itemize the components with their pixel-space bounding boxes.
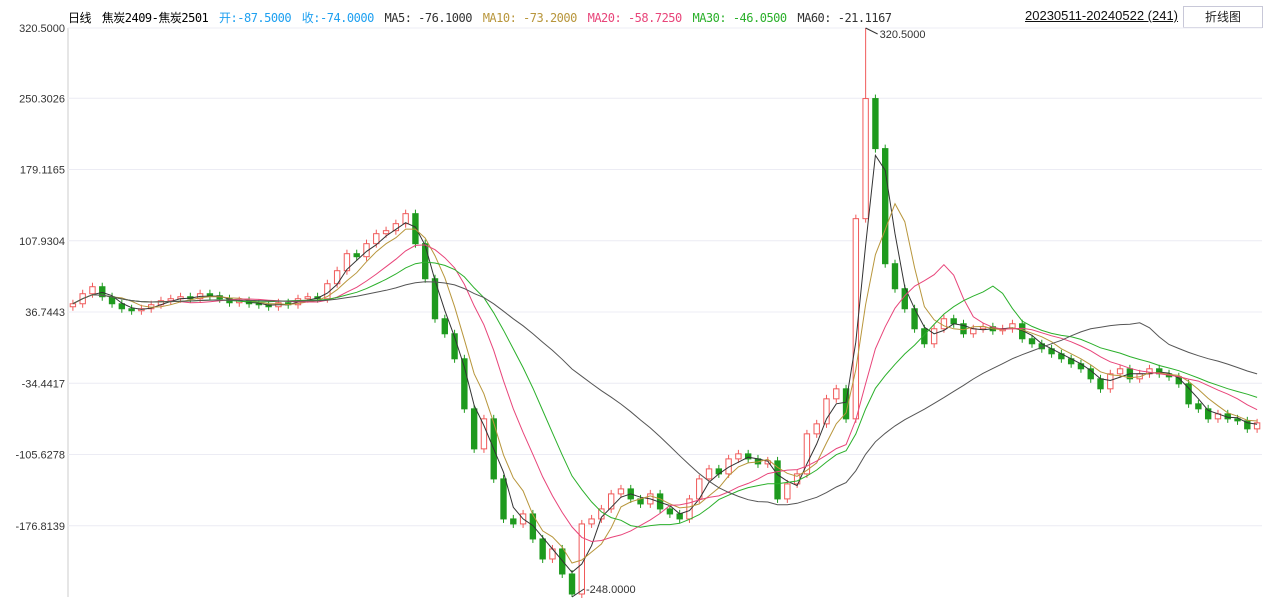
candle-down (1195, 403, 1202, 410)
candle-down (441, 318, 448, 335)
candle-up (1107, 373, 1114, 390)
chart-window: 日线 焦炭2409-焦炭2501 开:-87.5000 收:-74.0000 M… (0, 0, 1265, 601)
candle-down (676, 513, 683, 520)
ma60-line (72, 281, 1258, 506)
candle-down (1097, 378, 1104, 390)
candle-down (500, 478, 507, 520)
y-tick-label: -34.4417 (22, 378, 65, 390)
candle-down (128, 308, 135, 312)
candle-down (1028, 338, 1036, 345)
candle-up (735, 453, 742, 460)
candle-up (69, 303, 77, 308)
candle-up (1116, 368, 1124, 375)
candle-down (774, 460, 781, 500)
candle-down (891, 263, 899, 290)
annotation-pointer (865, 27, 878, 35)
candle-down (510, 518, 517, 525)
max-annotation: 320.5000 (880, 29, 926, 41)
candle-up (705, 468, 713, 480)
candle-down (539, 538, 546, 560)
y-tick-label: 36.7443 (25, 307, 65, 319)
candle-up (617, 488, 625, 495)
candle-down (559, 548, 566, 575)
candle-up (480, 418, 488, 450)
y-tick-label: 250.3026 (19, 93, 65, 105)
candle-up (89, 286, 96, 295)
min-annotation: -248.0000 (586, 584, 636, 596)
candle-down (666, 508, 674, 515)
candle-up (940, 318, 948, 330)
y-tick-label: -105.6278 (15, 450, 65, 462)
candle-up (970, 328, 977, 335)
candle-down (950, 318, 957, 325)
y-tick-label: -176.8139 (15, 521, 65, 533)
candle-up (373, 233, 380, 245)
ma30-line (72, 261, 1258, 528)
candlestick-chart[interactable]: 320.5000 250.3026 179.1165 107.9304 36.7443 -… (0, 0, 1265, 601)
y-tick-label: 179.1165 (20, 165, 65, 177)
candle-down (882, 148, 889, 265)
y-tick-label: 107.9304 (19, 236, 65, 248)
y-tick-label: 320.5000 (19, 23, 65, 35)
candle-up (304, 296, 311, 300)
candle-up (862, 98, 869, 220)
ma20-line (72, 244, 1258, 543)
candle-up (402, 213, 409, 225)
candle-down (470, 408, 478, 450)
candle-up (382, 230, 390, 235)
candle-down (206, 293, 214, 297)
candle-up (930, 328, 938, 345)
candle-down (422, 243, 429, 280)
candle-up (833, 388, 840, 400)
candle-up (813, 423, 820, 435)
candle-down (872, 98, 879, 150)
candle-down (568, 573, 576, 595)
candle-up (588, 518, 595, 525)
candle-down (353, 253, 360, 258)
candle-up (784, 483, 791, 500)
